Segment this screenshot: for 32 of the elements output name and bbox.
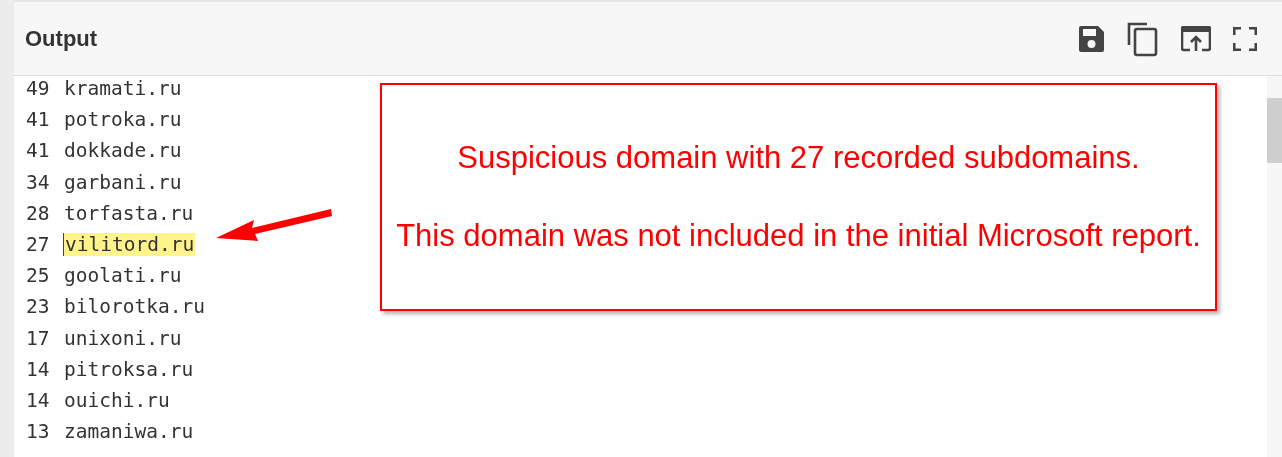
domain-text: torfasta.ru xyxy=(63,201,195,225)
fullscreen-icon[interactable] xyxy=(1233,26,1257,51)
count-text: 41 xyxy=(26,108,50,132)
domain-text: garbani.ru xyxy=(63,170,183,194)
upload-icon[interactable] xyxy=(1181,25,1211,52)
count-text: 14 xyxy=(26,357,50,381)
domain-text: potroka.ru xyxy=(63,108,183,132)
domain-text: kramati.ru xyxy=(63,77,183,101)
count-text: 49 xyxy=(26,77,50,101)
count-text: 34 xyxy=(26,170,50,194)
domain-text: zamaniwa.ru xyxy=(63,420,195,444)
domain-text: ouichi.ru xyxy=(63,388,171,412)
count-text: 17 xyxy=(26,326,50,350)
copy-icon[interactable] xyxy=(1127,20,1159,57)
panel-title: Output xyxy=(25,25,98,52)
domain-text: dokkade.ru xyxy=(63,139,183,163)
count-text: 28 xyxy=(26,201,50,225)
domain-text: goolati.ru xyxy=(63,264,183,288)
count-text: 27 xyxy=(26,233,50,257)
count-text: 23 xyxy=(26,295,50,319)
domain-text: bilorotka.ru xyxy=(63,295,206,319)
count-text: 14 xyxy=(26,388,50,412)
save-icon[interactable] xyxy=(1077,24,1105,53)
count-text: 41 xyxy=(26,139,50,163)
domain-text: pitroksa.ru xyxy=(63,357,195,381)
domain-text: vilitord.ru xyxy=(63,233,196,257)
callout-text: Suspicious domain with 27 recorded subdomains. xyxy=(457,139,1140,177)
count-text: 13 xyxy=(26,420,50,444)
count-text: 25 xyxy=(26,264,50,288)
scrollbar[interactable] xyxy=(1267,76,1282,457)
domain-text: unixoni.ru xyxy=(63,326,183,350)
callout-text: This domain was not included in the initial Microsoft report. xyxy=(396,217,1201,255)
